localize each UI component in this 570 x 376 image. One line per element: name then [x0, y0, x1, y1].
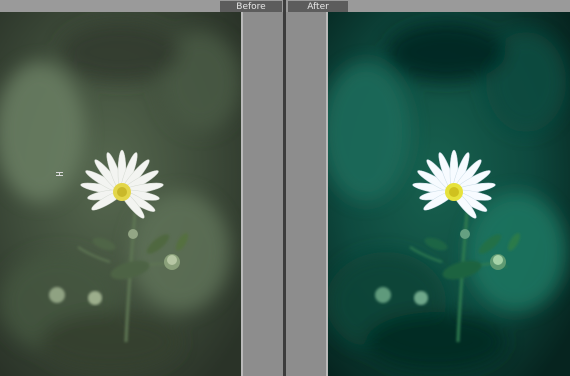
before-frame-edge [241, 12, 243, 376]
after-photo[interactable] [326, 12, 570, 376]
before-image [0, 12, 241, 376]
after-panel [286, 12, 570, 376]
before-empty-area [241, 12, 284, 376]
i-beam-cursor-icon [56, 161, 63, 176]
after-image [326, 12, 570, 376]
after-frame-edge [326, 12, 328, 376]
before-photo[interactable] [0, 12, 241, 376]
after-empty-area [286, 12, 326, 376]
